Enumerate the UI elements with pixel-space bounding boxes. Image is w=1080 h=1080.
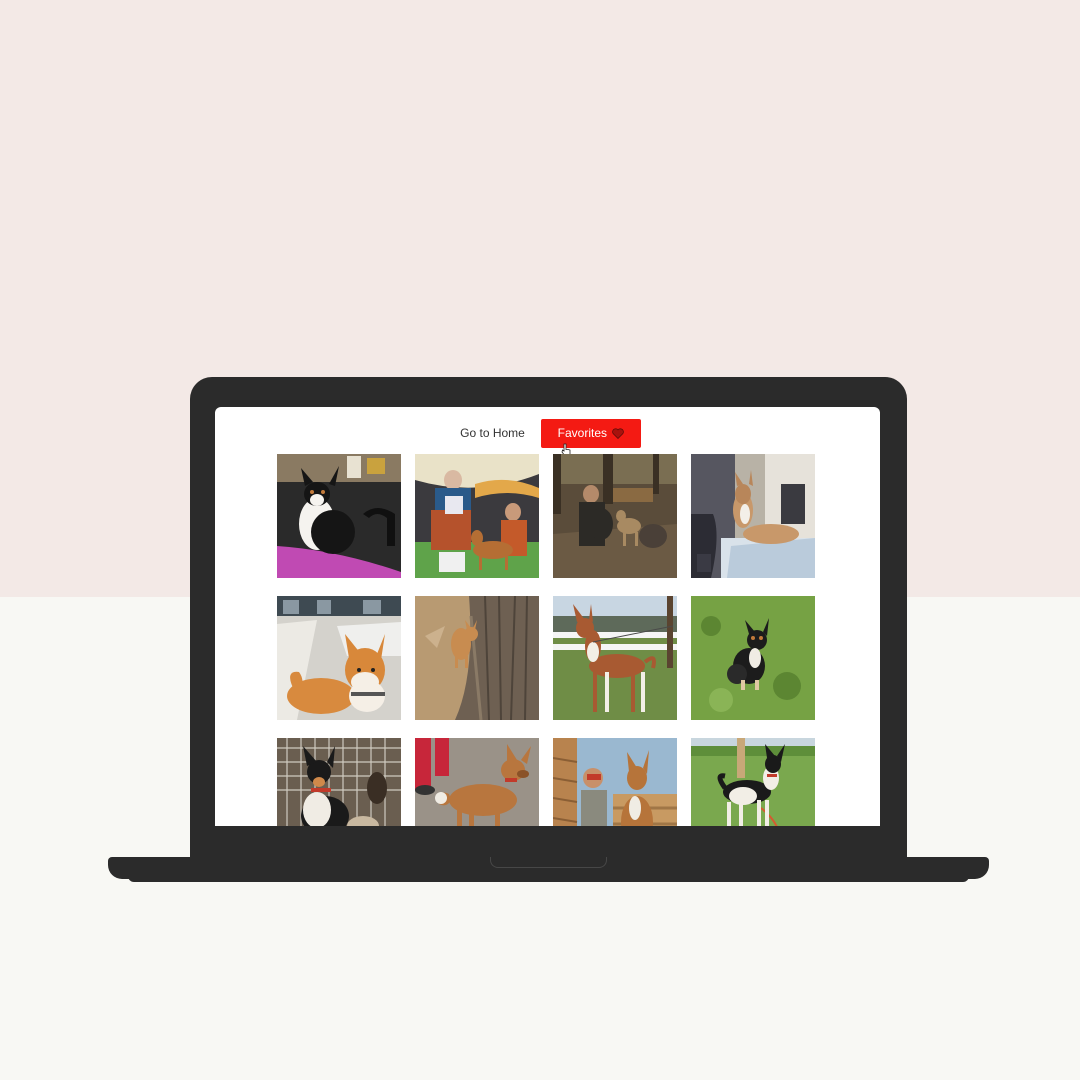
dog-image-grid <box>277 454 817 826</box>
dog-photo-11[interactable] <box>553 738 677 826</box>
laptop-notch <box>490 857 607 868</box>
dog-photo-7[interactable] <box>553 596 677 720</box>
heart-icon <box>612 427 624 439</box>
dog-photo-4[interactable] <box>691 454 815 578</box>
laptop-base-foot <box>128 876 969 882</box>
dog-photo-3[interactable] <box>553 454 677 578</box>
dog-photo-9[interactable] <box>277 738 401 826</box>
go-to-home-link[interactable]: Go to Home <box>454 422 531 444</box>
dog-photo-6[interactable] <box>415 596 539 720</box>
dog-photo-2[interactable] <box>415 454 539 578</box>
laptop-screen: Go to Home Favorites <box>215 407 880 826</box>
favorites-label: Favorites <box>557 426 608 440</box>
top-nav: Go to Home Favorites <box>215 418 880 456</box>
dog-photo-5[interactable] <box>277 596 401 720</box>
dog-photo-1[interactable] <box>277 454 401 578</box>
dog-photo-10[interactable] <box>415 738 539 826</box>
favorites-button[interactable]: Favorites <box>540 418 641 456</box>
dog-photo-8[interactable] <box>691 596 815 720</box>
dog-photo-12[interactable] <box>691 738 815 826</box>
